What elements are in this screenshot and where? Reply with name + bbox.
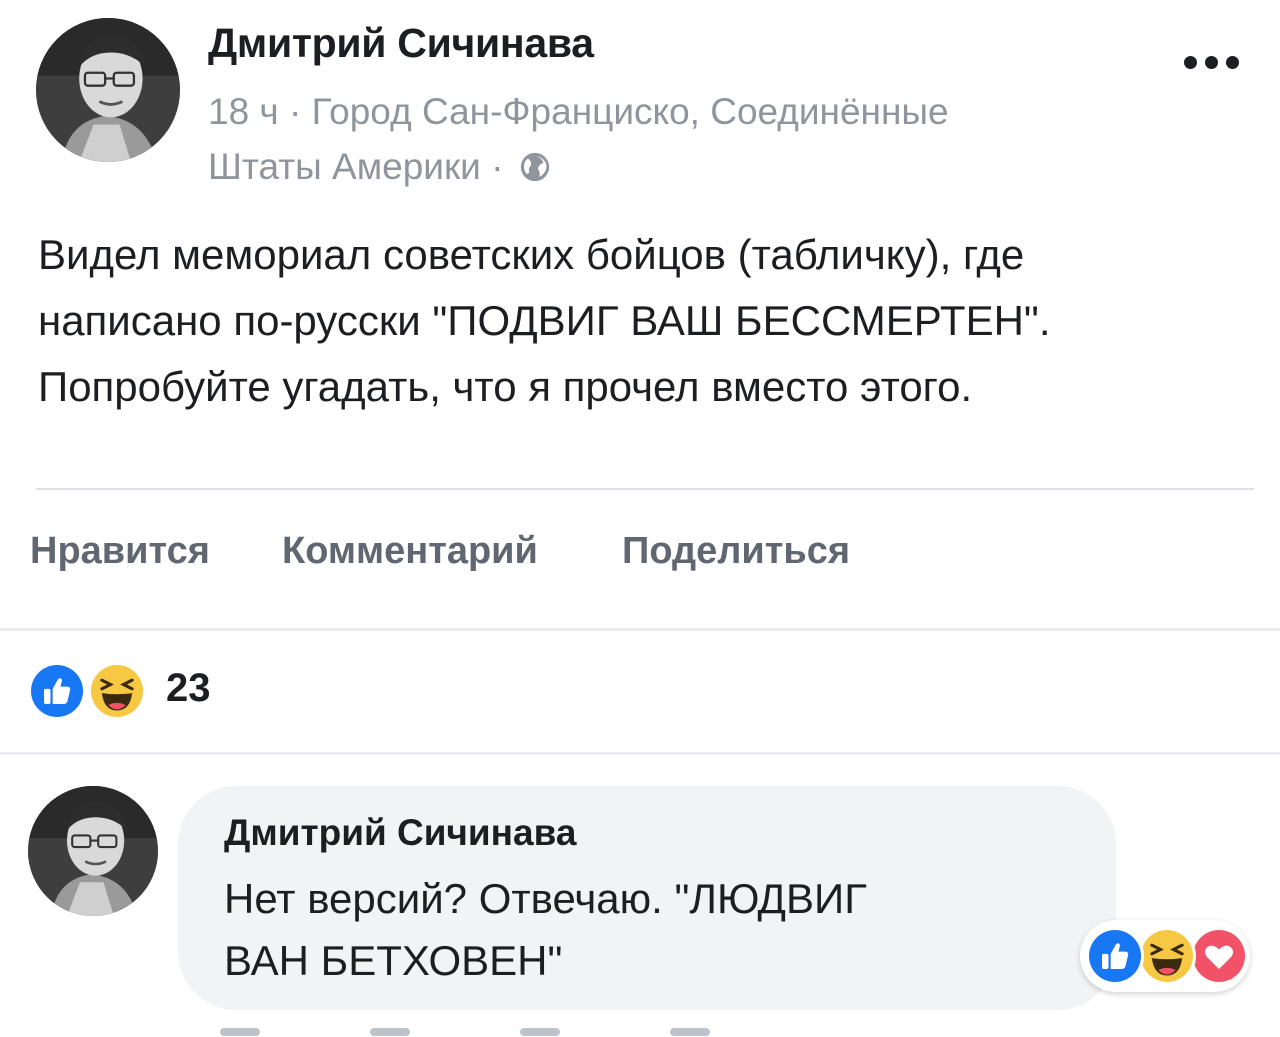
comment-reactions[interactable] [1080, 920, 1250, 992]
post-meta: 18 ч · Город Сан-Франциско, Соединённые … [208, 84, 1108, 194]
post-author-name[interactable]: Дмитрий Сичинава [208, 20, 594, 67]
share-button[interactable]: Поделиться [622, 530, 850, 573]
post-text: Видел мемориал советских бойцов (табличк… [38, 222, 1258, 420]
love-reaction-icon [1190, 927, 1248, 985]
more-options-button[interactable] [1178, 44, 1244, 80]
comment-text: Нет версий? Отвечаю. "ЛЮДВИГ ВАН БЕТХОВЕ… [224, 868, 1084, 992]
post-time-location[interactable]: 18 ч · Город Сан-Франциско, Соединённые [208, 91, 949, 132]
post-text-line: Видел мемориал советских бойцов (табличк… [38, 231, 1025, 278]
comment-author-name[interactable]: Дмитрий Сичинава [224, 812, 576, 854]
comment-bubble[interactable]: Дмитрий Сичинава Нет версий? Отвечаю. "Л… [178, 786, 1116, 1010]
comment-text-line: Нет версий? Отвечаю. "ЛЮДВИГ [224, 875, 867, 922]
commenter-avatar[interactable] [28, 786, 158, 916]
comment-actions-cutoff [220, 1022, 900, 1037]
haha-reaction-icon [88, 662, 146, 720]
comment-text-line: ВАН БЕТХОВЕН" [224, 937, 563, 984]
reactions-count[interactable]: 23 [166, 666, 211, 711]
like-reaction-icon [1086, 927, 1144, 985]
ellipsis-icon [1183, 55, 1197, 69]
globe-icon [518, 144, 552, 182]
like-reaction-icon [28, 662, 86, 720]
post-location-cont[interactable]: Штаты Америки · [208, 146, 503, 187]
like-button[interactable]: Нравится [30, 530, 210, 573]
post-text-line: Попробуйте угадать, что я прочел вместо … [38, 363, 973, 410]
divider [0, 628, 1280, 631]
author-avatar[interactable] [36, 18, 180, 162]
divider [36, 488, 1254, 490]
post-text-line: написано по-русски "ПОДВИГ ВАШ БЕССМЕРТЕ… [38, 297, 1051, 344]
comment-button[interactable]: Комментарий [282, 530, 538, 573]
haha-reaction-icon [1138, 927, 1196, 985]
divider [0, 752, 1280, 755]
